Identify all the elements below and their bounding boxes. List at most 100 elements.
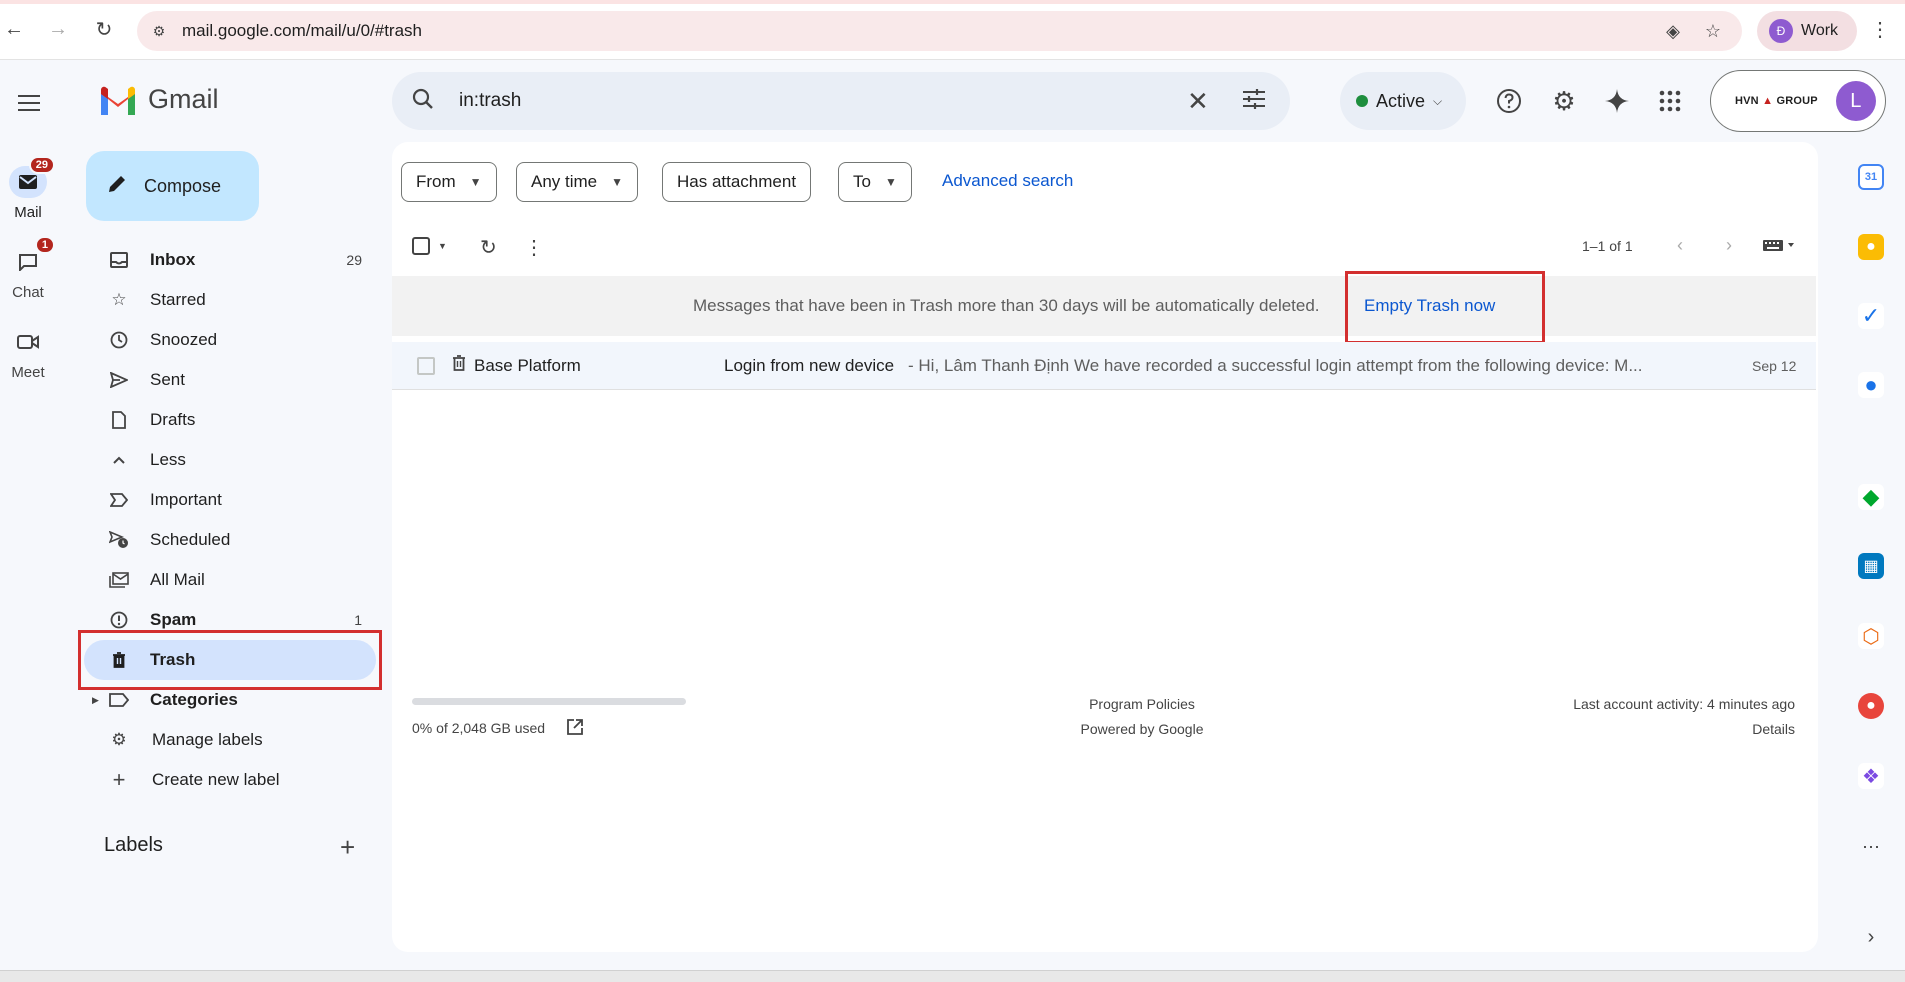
forward-icon[interactable]: →	[46, 17, 70, 41]
next-page-icon[interactable]: ›	[1726, 235, 1732, 256]
details-link[interactable]: Details	[1752, 721, 1795, 737]
more-options-icon[interactable]: ⋮	[524, 235, 544, 260]
table-row[interactable]: Base Platform Login from new device - Hi…	[392, 342, 1816, 390]
list-toolbar: ▼ ↻ ⋮ 1–1 of 1 ‹ ›	[412, 227, 1812, 267]
expand-arrow-icon[interactable]: ▶	[92, 695, 99, 706]
status-dropdown[interactable]: Active ⌵	[1340, 72, 1466, 130]
add-label-icon[interactable]: +	[340, 832, 355, 863]
filter-has-attachment-label: Has attachment	[677, 172, 797, 191]
main-menu-icon[interactable]	[12, 86, 46, 120]
sidebar-item-all-mail[interactable]: All Mail	[78, 560, 380, 600]
rail-mail[interactable]: 29 Mail	[0, 156, 56, 221]
sidebar-item-starred[interactable]: ☆ Starred	[78, 280, 380, 320]
sidebar-item-important[interactable]: Important	[78, 480, 380, 520]
row-checkbox[interactable]	[417, 357, 435, 375]
evernote-icon[interactable]: ◆	[1858, 484, 1884, 510]
help-icon[interactable]	[1492, 84, 1526, 118]
program-policies-link[interactable]: Program Policies	[992, 696, 1292, 712]
highlight-box-empty-trash	[1345, 271, 1545, 344]
gmail-m-icon	[101, 86, 135, 115]
search-options-icon[interactable]	[1242, 88, 1266, 116]
chevron-up-icon	[108, 449, 130, 471]
draft-icon	[108, 409, 130, 431]
sidebar-item-manage-labels[interactable]: ⚙ Manage labels	[78, 720, 380, 760]
sidebar-item-snoozed[interactable]: Snoozed	[78, 320, 380, 360]
site-info-icon[interactable]: ⚙	[147, 19, 171, 43]
gemini-sparkle-icon[interactable]	[1600, 84, 1634, 118]
compose-label: Compose	[144, 175, 222, 196]
apps-grid-icon[interactable]	[1653, 84, 1687, 118]
office-icon[interactable]: ⬡	[1858, 623, 1884, 649]
caret-down-icon: ▼	[469, 175, 482, 189]
sidebar-item-inbox[interactable]: Inbox 29	[78, 240, 380, 280]
sidebar-item-drafts[interactable]: Drafts	[78, 400, 380, 440]
account-chip[interactable]: HVN ▲ GROUP L	[1710, 70, 1886, 132]
filter-from-chip[interactable]: From ▼	[401, 162, 497, 202]
external-link-icon[interactable]	[566, 718, 584, 741]
sidebar-item-less[interactable]: Less	[78, 440, 380, 480]
input-tools-icon[interactable]	[1762, 237, 1798, 258]
compose-button[interactable]: Compose	[86, 151, 259, 221]
email-date: Sep 12	[1752, 358, 1797, 374]
select-all-checkbox[interactable]	[412, 237, 430, 260]
keep-icon[interactable]: ●	[1858, 234, 1884, 260]
lens-icon[interactable]: ◈	[1661, 19, 1685, 43]
email-snippet: - Hi, Lâm Thanh Định We have recorded a …	[908, 356, 1643, 375]
status-dot-icon	[1356, 95, 1368, 107]
caret-down-icon: ▼	[884, 175, 897, 189]
labels-heading: Labels	[104, 834, 163, 856]
sidebar-item-sent[interactable]: Sent	[78, 360, 380, 400]
expand-panel-icon[interactable]: ›	[1858, 924, 1884, 950]
addon-icon[interactable]: ●	[1858, 693, 1884, 719]
clear-search-icon[interactable]: ✕	[1187, 86, 1209, 117]
important-icon	[108, 489, 130, 511]
select-dropdown-icon[interactable]: ▼	[438, 241, 447, 251]
back-icon[interactable]: ←	[2, 17, 26, 41]
chat-badge: 1	[34, 236, 55, 254]
url-text[interactable]: mail.google.com/mail/u/0/#trash	[182, 21, 422, 41]
profile-avatar: Đ	[1769, 19, 1793, 43]
sidebar-item-label: Snoozed	[150, 330, 218, 349]
trello-icon[interactable]: ▦	[1858, 553, 1884, 579]
calendar-icon[interactable]: 31	[1858, 164, 1884, 190]
search-input[interactable]: in:trash	[459, 90, 521, 112]
browser-menu-icon[interactable]: ⋮	[1868, 17, 1892, 41]
bookmark-star-icon[interactable]: ☆	[1701, 19, 1725, 43]
video-camera-icon	[9, 326, 47, 358]
settings-gear-icon[interactable]: ⚙	[1547, 84, 1581, 118]
rail-chat[interactable]: 1 Chat	[0, 236, 56, 301]
clickup-icon[interactable]: ❖	[1858, 763, 1884, 789]
prev-page-icon[interactable]: ‹	[1677, 235, 1683, 256]
browser-profile-chip[interactable]: Đ Work	[1757, 11, 1857, 51]
sidebar-item-create-label[interactable]: + Create new label	[78, 760, 380, 800]
address-bar[interactable]: ⚙ mail.google.com/mail/u/0/#trash ◈ ☆	[137, 11, 1742, 51]
filter-has-attachment-chip[interactable]: Has attachment	[662, 162, 812, 202]
sidebar-item-label: Important	[150, 490, 222, 509]
pencil-icon	[106, 173, 128, 200]
pagination-text: 1–1 of 1	[1582, 238, 1633, 254]
refresh-icon[interactable]: ↻	[480, 235, 497, 260]
label-icon	[108, 689, 130, 711]
advanced-search-link[interactable]: Advanced search	[942, 171, 1073, 191]
status-label: Active	[1376, 90, 1426, 111]
filter-to-chip[interactable]: To ▼	[838, 162, 912, 202]
more-apps-icon[interactable]: ⋯	[1858, 834, 1884, 860]
storage-bar	[412, 698, 686, 705]
sidebar-item-label: Scheduled	[150, 530, 231, 549]
search-icon[interactable]	[412, 88, 434, 116]
contacts-icon[interactable]: ●	[1858, 372, 1884, 398]
sidebar-item-scheduled[interactable]: Scheduled	[78, 520, 380, 560]
caret-down-icon: ▼	[611, 175, 624, 189]
inbox-icon	[108, 249, 130, 271]
main-panel: From ▼ Any time ▼ Has attachment To ▼ Advan…	[392, 142, 1818, 952]
rail-meet[interactable]: Meet	[0, 326, 56, 381]
filter-any-time-chip[interactable]: Any time ▼	[516, 162, 639, 202]
star-icon: ☆	[111, 290, 127, 309]
gmail-logo[interactable]: Gmail	[98, 84, 219, 115]
trash-notice-text: Messages that have been in Trash more th…	[693, 296, 1320, 315]
sidebar-item-label: Categories	[150, 690, 238, 709]
tasks-icon[interactable]: ✓	[1858, 303, 1884, 329]
all-mail-icon	[108, 569, 130, 591]
reload-icon[interactable]: ↻	[92, 17, 116, 41]
search-bar[interactable]: in:trash ✕	[392, 72, 1290, 130]
